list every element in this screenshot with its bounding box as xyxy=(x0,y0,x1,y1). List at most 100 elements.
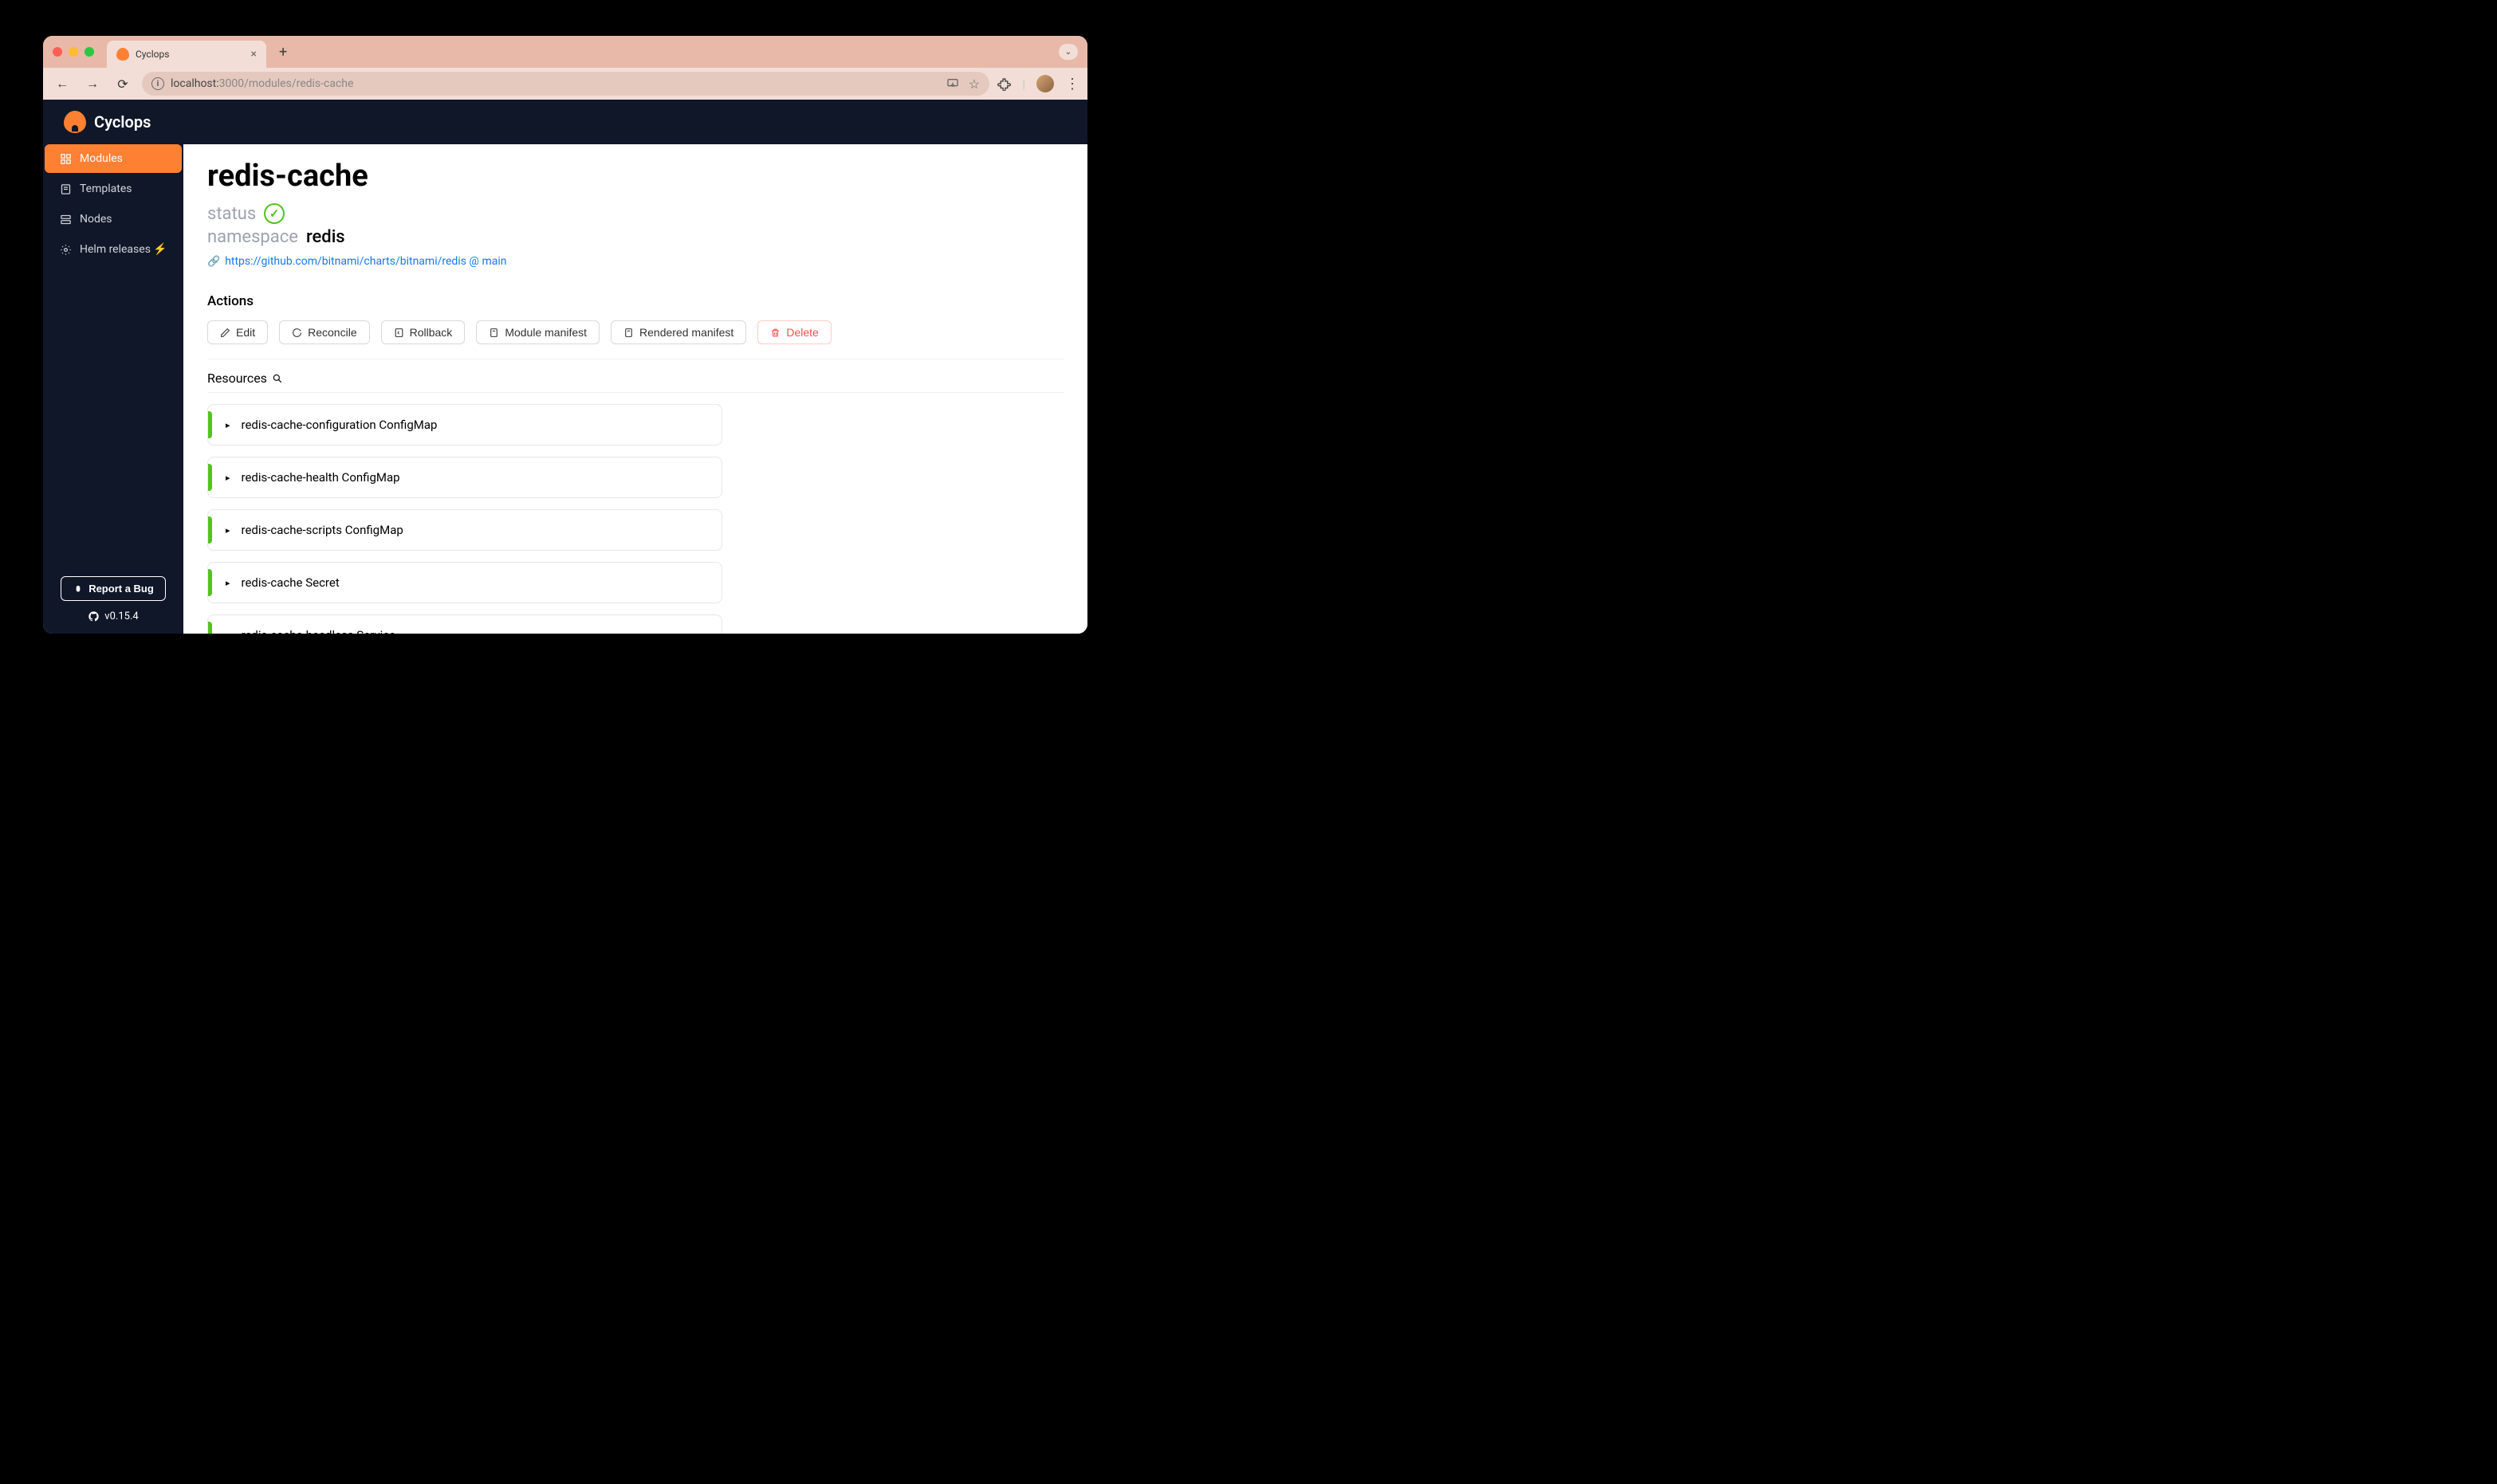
rollback-button[interactable]: Rollback xyxy=(381,320,466,344)
button-label: Rollback xyxy=(410,326,453,339)
status-label: status xyxy=(207,204,256,224)
profile-avatar[interactable] xyxy=(1036,75,1054,92)
main-content: redis-cache status ✓ namespace redis 🔗 h… xyxy=(183,144,1087,634)
url-path: 3000/modules/redis-cache xyxy=(219,77,354,90)
module-title: redis-cache xyxy=(207,159,1064,194)
module-manifest-button[interactable]: Module manifest xyxy=(476,320,600,344)
tab-overflow-button[interactable]: ⌄ xyxy=(1059,44,1078,60)
browser-tab-bar: Cyclops × + ⌄ xyxy=(43,36,1087,68)
tab-favicon-icon xyxy=(116,48,129,61)
version-link[interactable]: v0.15.4 xyxy=(88,610,138,622)
resource-item[interactable]: ▸ redis-cache-health ConfigMap xyxy=(207,457,722,498)
resource-item[interactable]: ▸ redis-cache-headless Service xyxy=(207,614,722,634)
sidebar-item-label: Templates xyxy=(80,183,132,195)
resource-status-bar xyxy=(208,411,212,438)
traffic-lights xyxy=(53,47,94,57)
minimize-window-button[interactable] xyxy=(69,47,78,57)
sidebar-item-templates[interactable]: Templates xyxy=(45,175,182,203)
resource-name: redis-cache-headless Service xyxy=(242,628,396,634)
bug-button-label: Report a Bug xyxy=(88,583,154,595)
resource-status-bar xyxy=(208,569,212,596)
tab-title: Cyclops xyxy=(136,49,169,60)
resource-status-bar xyxy=(208,516,212,544)
sidebar-item-label: Modules xyxy=(80,152,123,165)
namespace-value: redis xyxy=(306,227,345,247)
browser-tab[interactable]: Cyclops × xyxy=(107,41,266,68)
button-label: Module manifest xyxy=(505,326,587,339)
close-window-button[interactable] xyxy=(53,47,62,57)
rollback-icon xyxy=(394,328,404,338)
version-label: v0.15.4 xyxy=(104,610,138,622)
resource-item[interactable]: ▸ redis-cache Secret xyxy=(207,562,722,603)
status-row: status ✓ xyxy=(207,203,1064,224)
maximize-window-button[interactable] xyxy=(85,47,94,57)
resource-name: redis-cache-health ConfigMap xyxy=(242,470,400,485)
templates-icon xyxy=(59,183,72,195)
sidebar-item-label: Helm releases ⚡ xyxy=(80,243,167,256)
browser-window: Cyclops × + ⌄ ← → ⟳ i localhost:3000/mod… xyxy=(43,36,1087,634)
button-label: Reconcile xyxy=(308,326,356,339)
site-info-icon[interactable]: i xyxy=(151,77,164,90)
resource-status-bar xyxy=(208,464,212,491)
rendered-icon xyxy=(623,328,634,338)
chevron-right-icon: ▸ xyxy=(226,473,230,483)
install-app-icon[interactable] xyxy=(946,77,959,90)
bug-icon xyxy=(73,583,84,595)
button-label: Edit xyxy=(236,326,255,339)
back-button[interactable]: ← xyxy=(51,73,73,95)
new-tab-button[interactable]: + xyxy=(273,41,293,64)
sidebar-item-modules[interactable]: Modules xyxy=(45,144,182,173)
rendered-manifest-button[interactable]: Rendered manifest xyxy=(611,320,746,344)
chevron-right-icon: ▸ xyxy=(226,630,230,634)
resource-name: redis-cache Secret xyxy=(242,575,340,590)
actions-heading: Actions xyxy=(207,293,1064,309)
edit-button[interactable]: Edit xyxy=(207,320,268,344)
modules-icon xyxy=(59,152,72,165)
edit-icon xyxy=(220,328,230,338)
delete-button[interactable]: Delete xyxy=(757,320,831,344)
chevron-right-icon: ▸ xyxy=(226,420,230,430)
reconcile-button[interactable]: Reconcile xyxy=(279,320,369,344)
bookmark-icon[interactable]: ☆ xyxy=(969,77,980,92)
search-icon[interactable] xyxy=(272,373,283,384)
resource-name: redis-cache-configuration ConfigMap xyxy=(242,418,438,432)
resource-item[interactable]: ▸ redis-cache-configuration ConfigMap xyxy=(207,404,722,446)
chevron-right-icon: ▸ xyxy=(226,525,230,536)
link-icon: 🔗 xyxy=(207,256,220,268)
extensions-icon[interactable] xyxy=(997,77,1011,91)
reconcile-icon xyxy=(292,328,302,338)
sidebar: Modules Templates Nodes xyxy=(43,144,183,634)
close-tab-button[interactable]: × xyxy=(251,48,257,61)
sidebar-item-label: Nodes xyxy=(80,213,112,226)
delete-icon xyxy=(770,328,781,338)
browser-toolbar: ← → ⟳ i localhost:3000/modules/redis-cac… xyxy=(43,68,1087,100)
address-bar[interactable]: i localhost:3000/modules/redis-cache ☆ xyxy=(142,72,989,96)
app-root: Cyclops Modules Templates xyxy=(43,100,1087,634)
resource-status-bar xyxy=(208,622,212,634)
url-host: localhost: xyxy=(171,77,219,90)
namespace-row: namespace redis xyxy=(207,227,1064,247)
forward-button[interactable]: → xyxy=(81,73,104,95)
source-link[interactable]: 🔗 https://github.com/bitnami/charts/bitn… xyxy=(207,255,1064,268)
reload-button[interactable]: ⟳ xyxy=(112,73,134,95)
helm-icon xyxy=(59,243,72,256)
resource-name: redis-cache-scripts ConfigMap xyxy=(242,523,403,537)
status-ok-icon: ✓ xyxy=(264,203,285,224)
app-name: Cyclops xyxy=(94,112,151,132)
button-label: Delete xyxy=(786,326,818,339)
nodes-icon xyxy=(59,213,72,226)
app-logo-icon xyxy=(64,111,86,133)
browser-menu-button[interactable]: ⋮ xyxy=(1065,76,1079,92)
resources-heading: Resources xyxy=(207,371,1064,393)
actions-row: Edit Reconcile Rollback xyxy=(207,320,1064,359)
resource-item[interactable]: ▸ redis-cache-scripts ConfigMap xyxy=(207,509,722,551)
sidebar-item-nodes[interactable]: Nodes xyxy=(45,205,182,234)
report-bug-button[interactable]: Report a Bug xyxy=(61,576,166,601)
chevron-right-icon: ▸ xyxy=(226,578,230,588)
source-url: https://github.com/bitnami/charts/bitnam… xyxy=(225,255,506,268)
namespace-label: namespace xyxy=(207,227,298,247)
sidebar-item-helm-releases[interactable]: Helm releases ⚡ xyxy=(45,235,182,264)
manifest-icon xyxy=(489,328,499,338)
app-header: Cyclops xyxy=(43,100,1087,144)
github-icon xyxy=(88,610,100,622)
